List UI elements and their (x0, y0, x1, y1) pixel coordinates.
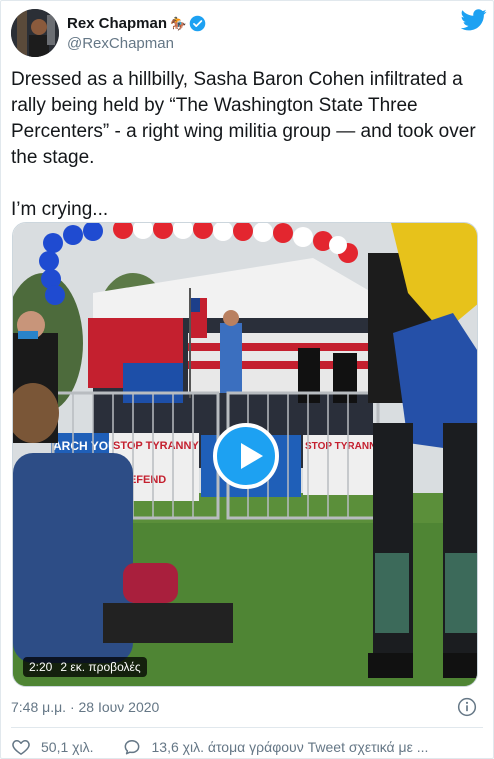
banner-text-2: STOP TYRANNY (113, 440, 199, 452)
divider (11, 727, 483, 728)
tweet-card: Rex Chapman 🏇 @RexChapman Dressed as a h… (0, 0, 494, 759)
heart-icon (12, 740, 30, 755)
like-count: 50,1 χιλ. (41, 739, 94, 755)
like-button[interactable]: 50,1 χιλ. (11, 737, 94, 757)
tweet-text: Dressed as a hillbilly, Sasha Baron Cohe… (11, 69, 476, 220)
tweet-actions: 50,1 χιλ. 13,6 χιλ. άτομα γράφουν Tweet … (11, 737, 428, 757)
twitter-bird-icon[interactable] (461, 9, 487, 31)
video-player[interactable]: ARCH YOUR STOP TYRANNY DEFEND STOP TYRAN… (12, 222, 478, 687)
comment-icon (124, 740, 139, 755)
play-button[interactable] (213, 423, 279, 489)
author-display-name[interactable]: Rex Chapman (67, 15, 167, 32)
banner-text-4: STOP TYRANN (305, 441, 376, 452)
conversation-text: 13,6 χιλ. άτομα γράφουν Tweet σχετικά με… (151, 739, 429, 755)
tweet-timestamp[interactable]: 7:48 μ.μ. · 28 Ιουν 2020 (11, 699, 159, 715)
video-views: 2 εκ. προβολές (60, 660, 141, 674)
author-handle[interactable]: @RexChapman (67, 35, 174, 52)
tweet-header: Rex Chapman 🏇 @RexChapman (11, 9, 487, 59)
conversation-link[interactable]: 13,6 χιλ. άτομα γράφουν Tweet σχετικά με… (122, 737, 429, 757)
info-icon[interactable] (457, 697, 477, 717)
author-name-row: Rex Chapman 🏇 (67, 15, 206, 32)
video-stats: 2:20 2 εκ. προβολές (23, 657, 147, 677)
verified-badge-icon (189, 15, 206, 32)
author-avatar[interactable] (11, 9, 59, 57)
horse-emoji: 🏇 (170, 15, 187, 31)
video-duration: 2:20 (29, 660, 53, 674)
avatar-image (11, 9, 59, 57)
